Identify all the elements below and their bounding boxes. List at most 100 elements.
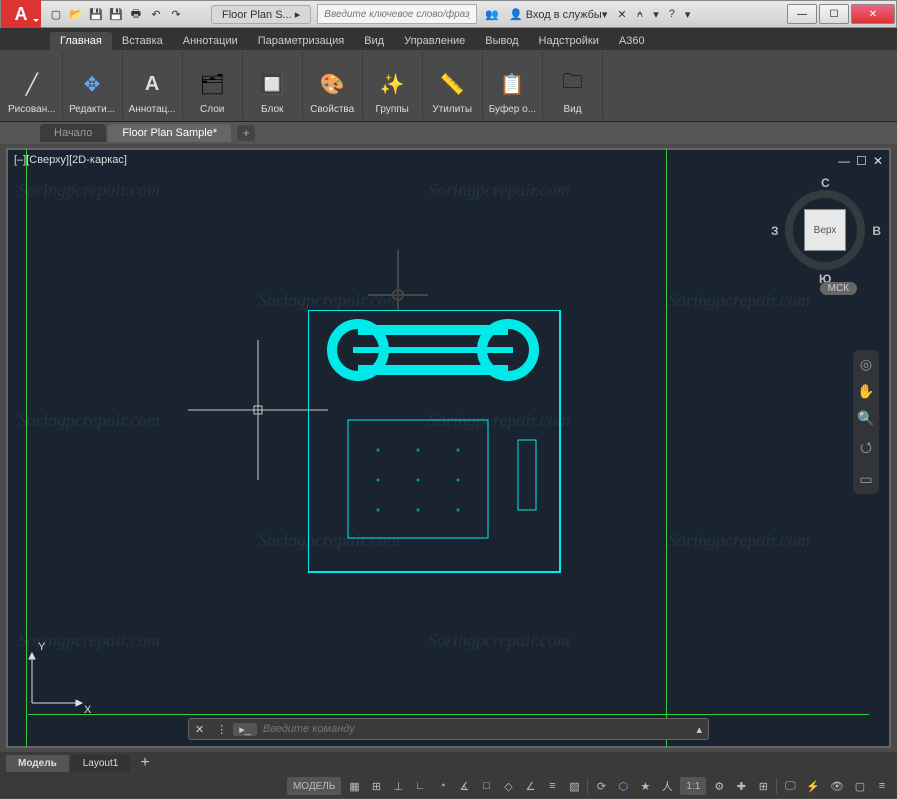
command-line[interactable]: ✕ ⋮ ▸_ ▴	[188, 718, 709, 740]
sb-quickprops-icon[interactable]: 🖵	[781, 777, 799, 795]
viewport-label[interactable]: [–][Сверху][2D-каркас]	[14, 154, 127, 166]
cmdline-options-icon[interactable]: ⋮	[210, 723, 233, 736]
qat-new-icon[interactable]: ▢	[47, 5, 65, 23]
sb-transparency-icon[interactable]: ▨	[565, 777, 583, 795]
nav-wheel-icon[interactable]: ◎	[860, 356, 872, 373]
nav-pan-icon[interactable]: ✋	[857, 383, 874, 400]
viewcube-ucs-label[interactable]: МСК	[820, 282, 857, 295]
sb-ortho-icon[interactable]: ∟	[411, 777, 429, 795]
app-logo[interactable]: A	[1, 0, 41, 28]
cmdline-history-icon[interactable]: ▴	[690, 723, 708, 736]
sb-isolate-icon[interactable]: 👁	[827, 777, 847, 795]
layout-tabs: Модель Layout1 +	[0, 752, 897, 774]
sb-lineweight-icon[interactable]: ≡	[543, 777, 561, 795]
sb-units-icon[interactable]: ⊞	[754, 777, 772, 795]
ribbon-panel-draw[interactable]: ╱Рисован...	[2, 52, 63, 119]
ribbon-tab-parametric[interactable]: Параметризация	[248, 32, 354, 50]
sb-iso-icon[interactable]: ∡	[455, 777, 473, 795]
nav-orbit-icon[interactable]: ⭯	[860, 437, 872, 461]
infocenter-icon[interactable]: 👥	[483, 8, 501, 21]
sb-infer-icon[interactable]: ⊥	[389, 777, 407, 795]
sb-polar-icon[interactable]: ◔	[433, 777, 451, 795]
sb-otrack-icon[interactable]: ∠	[521, 777, 539, 795]
qat-open-icon[interactable]: 📂	[67, 5, 85, 23]
layout-tab-layout1[interactable]: Layout1	[71, 755, 131, 772]
qat-print-icon[interactable]: 🖶	[127, 5, 145, 23]
signin-button[interactable]: 👤 Вход в службы▾	[507, 8, 609, 21]
ribbon-tab-a360[interactable]: A360	[609, 32, 655, 50]
title-bar: A ▢ 📂 💾 💾 🖶 ↶ ↷ Floor Plan S... ▸ 👥 👤 Вх…	[0, 0, 897, 28]
viewport-close-button[interactable]: ✕	[873, 154, 883, 168]
ribbon-panel-block[interactable]: 🔲Блок	[243, 52, 303, 119]
view-icon: 🗀	[556, 68, 588, 100]
sb-osnap-icon[interactable]: □	[477, 777, 495, 795]
ribbon-panel-groups[interactable]: ✨Группы	[363, 52, 423, 119]
layout-tab-model[interactable]: Модель	[6, 755, 69, 772]
help-chevron-icon[interactable]: ▾	[683, 8, 693, 21]
ribbon-tab-insert[interactable]: Вставка	[112, 32, 173, 50]
ribbon-tab-view[interactable]: Вид	[354, 32, 394, 50]
a360-icon[interactable]: ⍲	[635, 8, 646, 21]
sb-hardware-icon[interactable]: ⚡	[803, 777, 823, 795]
block-icon: 🔲	[256, 68, 288, 100]
sb-annovisibility-icon[interactable]: 人	[658, 777, 676, 795]
ribbon-tab-annotate[interactable]: Аннотации	[173, 32, 248, 50]
doc-tab-floorplan[interactable]: Floor Plan Sample*	[108, 124, 231, 142]
sb-cleanscreen-icon[interactable]: ▢	[851, 777, 869, 795]
ribbon-tab-addins[interactable]: Надстройки	[529, 32, 609, 50]
sb-scale-button[interactable]: 1:1	[680, 777, 706, 795]
sb-workspace-icon[interactable]: ⚙	[710, 777, 728, 795]
viewcube-face-top[interactable]: Верх	[804, 209, 846, 251]
add-doc-tab-button[interactable]: +	[237, 125, 255, 141]
nav-zoom-icon[interactable]: 🔍	[857, 410, 874, 427]
sb-grid-icon[interactable]: ▦	[345, 777, 363, 795]
command-input[interactable]	[257, 723, 691, 735]
viewcube-west[interactable]: З	[771, 224, 779, 238]
viewport-minimize-button[interactable]: —	[838, 154, 850, 168]
viewcube-east[interactable]: В	[872, 224, 881, 238]
viewcube-north[interactable]: С	[821, 176, 830, 190]
qat-undo-icon[interactable]: ↶	[147, 5, 165, 23]
cmdline-close-icon[interactable]: ✕	[189, 723, 210, 736]
sb-annoscale-icon[interactable]: ★	[636, 777, 654, 795]
ribbon-panel-modify[interactable]: ✥Редакти...	[63, 52, 123, 119]
drawing-object	[308, 310, 568, 580]
viewcube[interactable]: Верх С Ю В З	[775, 180, 875, 280]
qat-redo-icon[interactable]: ↷	[167, 5, 185, 23]
ribbon-panel-properties[interactable]: 🎨Свойства	[303, 52, 363, 119]
ribbon-panel-annotate[interactable]: AАннотац...	[123, 52, 183, 119]
qat-saveas-icon[interactable]: 💾	[107, 5, 125, 23]
nav-showmotion-icon[interactable]: ▭	[859, 471, 872, 488]
sb-3dosnap-icon[interactable]: ◇	[499, 777, 517, 795]
minimize-button[interactable]: —	[787, 4, 817, 24]
sb-cycling-icon[interactable]: ⟳	[592, 777, 610, 795]
search-input[interactable]	[317, 4, 477, 24]
drawing-canvas[interactable]: [–][Сверху][2D-каркас] — ☐ ✕ Soringpcrep…	[6, 148, 891, 748]
add-layout-button[interactable]: +	[132, 754, 157, 772]
close-button[interactable]: ✕	[851, 4, 895, 24]
ribbon-tab-main[interactable]: Главная	[50, 32, 112, 50]
exchange-icon[interactable]: ✕	[615, 8, 628, 21]
help-dropdown-icon[interactable]: ▾	[651, 8, 661, 21]
ribbon-panel-layers[interactable]: 🗂Слои	[183, 52, 243, 119]
ribbon-panel-view[interactable]: 🗀Вид	[543, 52, 603, 119]
ribbon-tab-output[interactable]: Вывод	[475, 32, 528, 50]
viewport-maximize-button[interactable]: ☐	[856, 154, 867, 168]
help-icon[interactable]: ?	[667, 8, 677, 20]
doc-tab-start[interactable]: Начало	[40, 124, 106, 142]
ribbon-panel-clipboard[interactable]: 📋Буфер о...	[483, 52, 543, 119]
sb-ucs-icon[interactable]: ⬡	[614, 777, 632, 795]
maximize-button[interactable]: ☐	[819, 4, 849, 24]
watermark: Soringpcrepair.com	[18, 410, 160, 431]
sb-customize-icon[interactable]: ≡	[873, 777, 891, 795]
ribbon-tab-manage[interactable]: Управление	[394, 32, 475, 50]
sb-annotation-icon[interactable]: ✚	[732, 777, 750, 795]
qat-save-icon[interactable]: 💾	[87, 5, 105, 23]
utilities-icon: 📏	[436, 68, 468, 100]
titlebar-document-name[interactable]: Floor Plan S... ▸	[211, 5, 311, 24]
sb-model-button[interactable]: МОДЕЛЬ	[287, 777, 341, 795]
ribbon: ╱Рисован... ✥Редакти... AАннотац... 🗂Сло…	[0, 50, 897, 122]
window-controls: — ☐ ✕	[786, 2, 896, 26]
ribbon-panel-utilities[interactable]: 📏Утилиты	[423, 52, 483, 119]
sb-snap-icon[interactable]: ⊞	[367, 777, 385, 795]
